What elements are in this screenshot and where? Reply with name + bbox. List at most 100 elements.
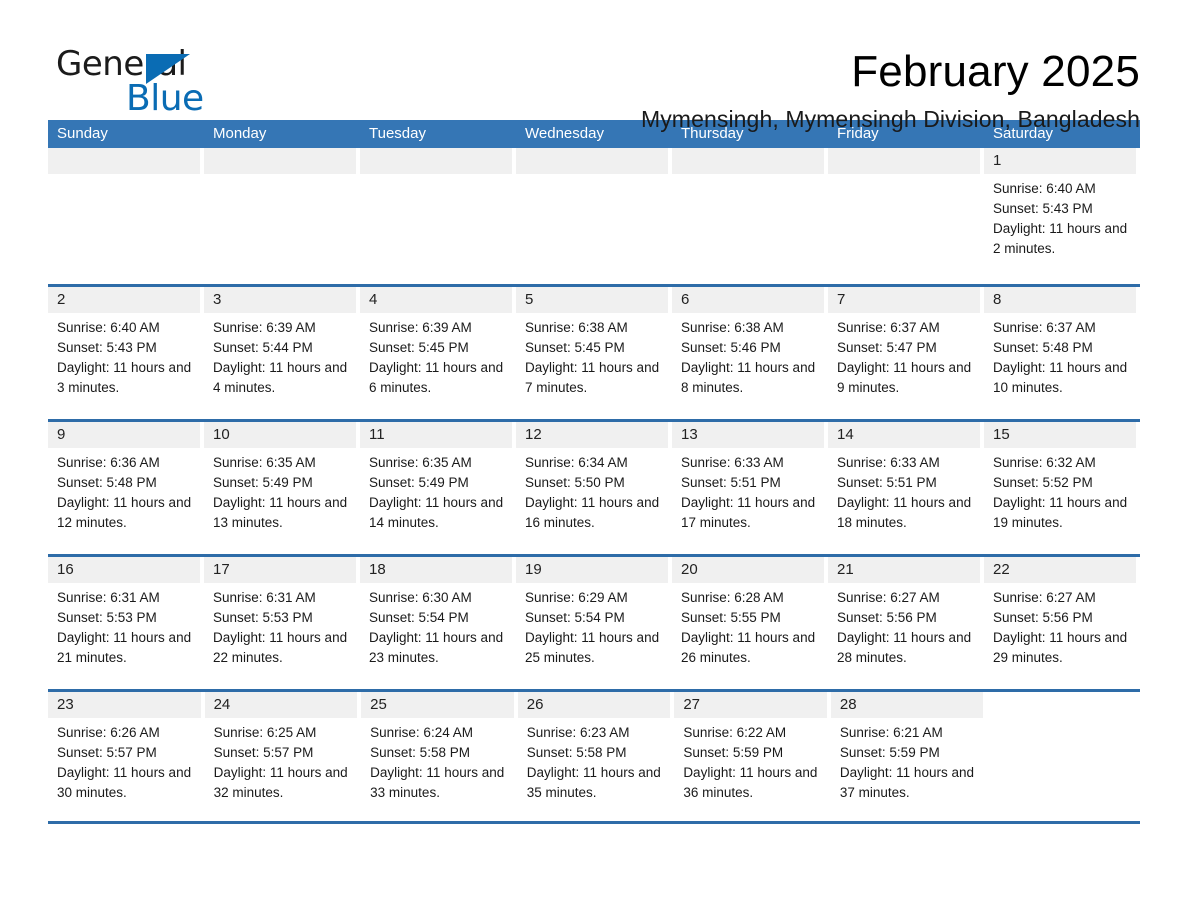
sunset-text: Sunset: 5:43 PM [993,201,1093,216]
day-cell-23[interactable]: 23 Sunrise: 6:26 AM Sunset: 5:57 PM Dayligh… [48,692,205,821]
sunset-text: Sunset: 5:50 PM [525,475,625,490]
sunset-text: Sunset: 5:48 PM [57,475,157,490]
daylight-text: Daylight: 11 hours and 26 minutes. [681,630,816,665]
day-cell-24[interactable]: 24 Sunrise: 6:25 AM Sunset: 5:57 PM Dayligh… [204,692,362,821]
empty-day-cell [360,148,516,284]
sunset-text: Sunset: 5:47 PM [837,340,937,355]
day-cell-22[interactable]: 22 Sunrise: 6:27 AM Sunset: 5:56 PM Dayligh… [984,557,1140,689]
day-cell-3[interactable]: 3 Sunrise: 6:39 AM Sunset: 5:44 PM Daylight… [204,287,360,419]
daylight-text: Daylight: 11 hours and 12 minutes. [57,495,192,530]
day-cell-18[interactable]: 18 Sunrise: 6:30 AM Sunset: 5:54 PM Dayligh… [360,557,516,689]
daylight-text: Daylight: 11 hours and 33 minutes. [370,765,505,800]
sunset-text: Sunset: 5:49 PM [369,475,469,490]
sunrise-text: Sunrise: 6:40 AM [993,181,1096,196]
day-cell-8[interactable]: 8 Sunrise: 6:37 AM Sunset: 5:48 PM Daylight… [984,287,1140,419]
day-cell-4[interactable]: 4 Sunrise: 6:39 AM Sunset: 5:45 PM Daylight… [360,287,516,419]
calendar-table: Sunday Monday Tuesday Wednesday Thursday Frid… [48,120,1141,824]
sunset-text: Sunset: 5:56 PM [837,610,937,625]
day-info: Sunrise: 6:26 AM Sunset: 5:57 PM Daylight:… [48,718,201,803]
day-cell-25[interactable]: 25 Sunrise: 6:24 AM Sunset: 5:58 PM Dayligh… [361,692,518,821]
day-cell-1[interactable]: 1 Sunrise: 6:40 AM Sunset: 5:43 PM Daylight… [984,148,1140,284]
day-number [672,148,824,174]
day-cell-16[interactable]: 16 Sunrise: 6:31 AM Sunset: 5:53 PM Dayligh… [48,557,204,689]
daylight-text: Daylight: 11 hours and 28 minutes. [837,630,972,665]
day-number: 1 [984,148,1136,174]
day-info: Sunrise: 6:24 AM Sunset: 5:58 PM Daylight:… [361,718,514,803]
day-cell-28[interactable]: 28 Sunrise: 6:21 AM Sunset: 5:59 PM Dayligh… [830,692,988,821]
daylight-text: Daylight: 11 hours and 35 minutes. [526,765,661,800]
day-cell-7[interactable]: 7 Sunrise: 6:37 AM Sunset: 5:47 PM Daylight… [828,287,984,419]
day-cell-11[interactable]: 11 Sunrise: 6:35 AM Sunset: 5:49 PM Dayligh… [360,422,516,554]
week-row: 2 Sunrise: 6:40 AM Sunset: 5:43 PM Daylight… [48,284,1140,419]
day-cell-15[interactable]: 15 Sunrise: 6:32 AM Sunset: 5:52 PM Dayligh… [984,422,1140,554]
day-cell-14[interactable]: 14 Sunrise: 6:33 AM Sunset: 5:51 PM Dayligh… [828,422,984,554]
daylight-text: Daylight: 11 hours and 25 minutes. [525,630,660,665]
day-cell-20[interactable]: 20 Sunrise: 6:28 AM Sunset: 5:55 PM Dayligh… [672,557,828,689]
day-cell-26[interactable]: 26 Sunrise: 6:23 AM Sunset: 5:58 PM Dayligh… [517,692,675,821]
day-cell-2[interactable]: 2 Sunrise: 6:40 AM Sunset: 5:43 PM Daylight… [48,287,204,419]
day-cell-17[interactable]: 17 Sunrise: 6:31 AM Sunset: 5:53 PM Dayligh… [204,557,360,689]
day-number: 16 [48,557,200,583]
day-number: 6 [672,287,824,313]
daylight-text: Daylight: 11 hours and 14 minutes. [369,495,504,530]
daylight-text: Daylight: 11 hours and 30 minutes. [57,765,192,800]
daylight-text: Daylight: 11 hours and 37 minutes. [839,765,974,800]
sunrise-text: Sunrise: 6:39 AM [369,320,472,335]
sunrise-text: Sunrise: 6:38 AM [525,320,628,335]
empty-day-cell [987,692,1141,821]
sunrise-text: Sunrise: 6:40 AM [57,320,160,335]
daylight-text: Daylight: 11 hours and 18 minutes. [837,495,972,530]
day-cell-6[interactable]: 6 Sunrise: 6:38 AM Sunset: 5:46 PM Daylight… [672,287,828,419]
day-number: 24 [204,692,358,718]
empty-day-cell [672,148,828,284]
weekday-header-friday: Friday [837,125,879,142]
sunset-text: Sunset: 5:54 PM [525,610,625,625]
day-cell-21[interactable]: 21 Sunrise: 6:27 AM Sunset: 5:56 PM Dayligh… [828,557,984,689]
page-title: February 2025 [851,47,1140,96]
day-info: Sunrise: 6:34 AM Sunset: 5:50 PM Daylight:… [516,448,668,533]
sunset-text: Sunset: 5:55 PM [681,610,781,625]
week-row: 23 Sunrise: 6:26 AM Sunset: 5:57 PM Dayligh… [48,689,1141,824]
day-info: Sunrise: 6:39 AM Sunset: 5:44 PM Daylight:… [204,313,356,398]
day-number: 25 [361,692,514,718]
day-number: 11 [360,422,512,448]
sunrise-text: Sunrise: 6:26 AM [57,725,160,740]
day-cell-9[interactable]: 9 Sunrise: 6:36 AM Sunset: 5:48 PM Daylight… [48,422,204,554]
day-info: Sunrise: 6:31 AM Sunset: 5:53 PM Daylight:… [48,583,200,668]
empty-day-cell [516,148,672,284]
weekday-header-row: Sunday Monday Tuesday Wednesday Thursday Frid… [48,120,1140,148]
sunset-text: Sunset: 5:49 PM [213,475,313,490]
sunset-text: Sunset: 5:51 PM [681,475,781,490]
day-cell-10[interactable]: 10 Sunrise: 6:35 AM Sunset: 5:49 PM Dayligh… [204,422,360,554]
day-info: Sunrise: 6:38 AM Sunset: 5:46 PM Daylight:… [672,313,824,398]
daylight-text: Daylight: 11 hours and 16 minutes. [525,495,660,530]
day-info: Sunrise: 6:27 AM Sunset: 5:56 PM Daylight:… [984,583,1136,668]
day-info: Sunrise: 6:33 AM Sunset: 5:51 PM Daylight:… [828,448,980,533]
sunrise-text: Sunrise: 6:27 AM [837,590,940,605]
daylight-text: Daylight: 11 hours and 19 minutes. [993,495,1128,530]
day-number [360,148,512,174]
empty-day-cell [48,148,204,284]
day-info: Sunrise: 6:33 AM Sunset: 5:51 PM Daylight:… [672,448,824,533]
day-cell-19[interactable]: 19 Sunrise: 6:29 AM Sunset: 5:54 PM Dayligh… [516,557,672,689]
generalblue-logo[interactable]: General Blue [48,44,248,119]
day-number: 12 [516,422,668,448]
sunset-text: Sunset: 5:57 PM [57,745,157,760]
day-number: 7 [828,287,980,313]
daylight-text: Daylight: 11 hours and 2 minutes. [993,221,1128,256]
day-cell-13[interactable]: 13 Sunrise: 6:33 AM Sunset: 5:51 PM Dayligh… [672,422,828,554]
week-row: 9 Sunrise: 6:36 AM Sunset: 5:48 PM Daylight… [48,419,1140,554]
day-cell-27[interactable]: 27 Sunrise: 6:22 AM Sunset: 5:59 PM Dayligh… [674,692,831,821]
sunrise-text: Sunrise: 6:22 AM [683,725,787,740]
day-cell-5[interactable]: 5 Sunrise: 6:38 AM Sunset: 5:45 PM Daylight… [516,287,672,419]
sunrise-text: Sunrise: 6:33 AM [681,455,784,470]
day-info: Sunrise: 6:38 AM Sunset: 5:45 PM Daylight:… [516,313,668,398]
sunset-text: Sunset: 5:59 PM [839,745,940,760]
day-info: Sunrise: 6:29 AM Sunset: 5:54 PM Daylight:… [516,583,668,668]
day-cell-12[interactable]: 12 Sunrise: 6:34 AM Sunset: 5:50 PM Dayligh… [516,422,672,554]
weekday-header-tuesday: Tuesday [369,125,426,142]
day-number: 3 [204,287,356,313]
day-number: 5 [516,287,668,313]
day-info: Sunrise: 6:22 AM Sunset: 5:59 PM Daylight:… [674,718,827,803]
day-number [204,148,356,174]
